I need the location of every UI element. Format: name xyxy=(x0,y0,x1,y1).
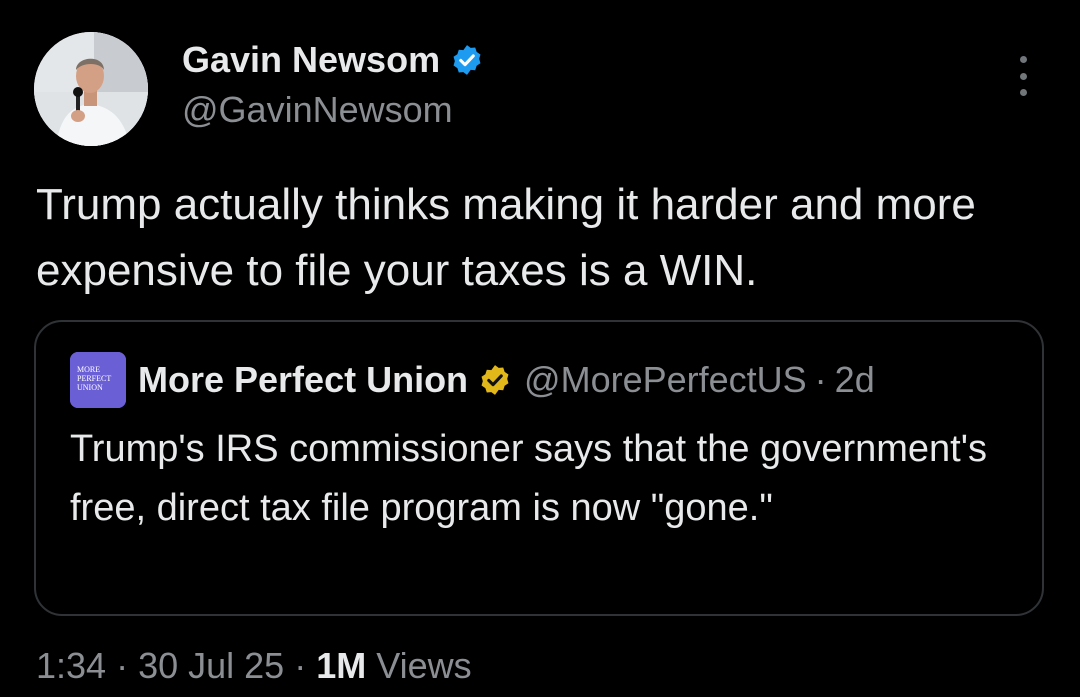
author-avatar[interactable] xyxy=(34,32,148,146)
meta-separator: · xyxy=(294,645,307,686)
more-vertical-icon xyxy=(1019,56,1027,63)
tweet-text: Trump actually thinks making it harder a… xyxy=(36,180,976,295)
more-vertical-icon-dot xyxy=(1019,72,1027,80)
logo-line-1: MORE xyxy=(77,365,100,374)
author-name-row: Gavin Newsom xyxy=(182,38,484,82)
quote-author-avatar[interactable]: MORE PERFECT UNION xyxy=(70,352,126,408)
logo-line-2: PERFECT xyxy=(77,374,111,383)
more-perfect-union-logo: MORE PERFECT UNION xyxy=(70,352,126,408)
quote-separator: · xyxy=(814,359,827,400)
more-options-button[interactable] xyxy=(1008,56,1038,96)
quote-text: Trump's IRS commissioner says that the g… xyxy=(70,428,987,529)
quote-author-name[interactable]: More Perfect Union xyxy=(138,359,468,401)
views-count[interactable]: 1M xyxy=(316,645,366,687)
views-label[interactable]: Views xyxy=(376,645,471,687)
quote-author-handle[interactable]: @MorePerfectUS xyxy=(524,359,807,401)
author-handle[interactable]: @GavinNewsom xyxy=(182,88,453,132)
more-vertical-icon-dot xyxy=(1019,89,1027,96)
quoted-tweet-card[interactable]: MORE PERFECT UNION More Perfect Union @M… xyxy=(34,320,1044,616)
quote-timestamp[interactable]: 2d xyxy=(835,359,875,401)
logo-line-3: UNION xyxy=(77,383,103,392)
author-name[interactable]: Gavin Newsom xyxy=(182,38,440,82)
gold-verified-badge-icon xyxy=(478,363,512,397)
avatar-photo xyxy=(34,32,148,146)
tweet-meta: 1:34 · 30 Jul 25 · 1M Views xyxy=(36,642,472,690)
verified-badge-icon xyxy=(450,43,484,77)
tweet-date[interactable]: 30 Jul 25 xyxy=(138,645,284,687)
tweet-time[interactable]: 1:34 xyxy=(36,645,106,687)
quote-header: More Perfect Union @MorePerfectUS · 2d xyxy=(138,356,875,404)
meta-separator: · xyxy=(116,645,129,686)
